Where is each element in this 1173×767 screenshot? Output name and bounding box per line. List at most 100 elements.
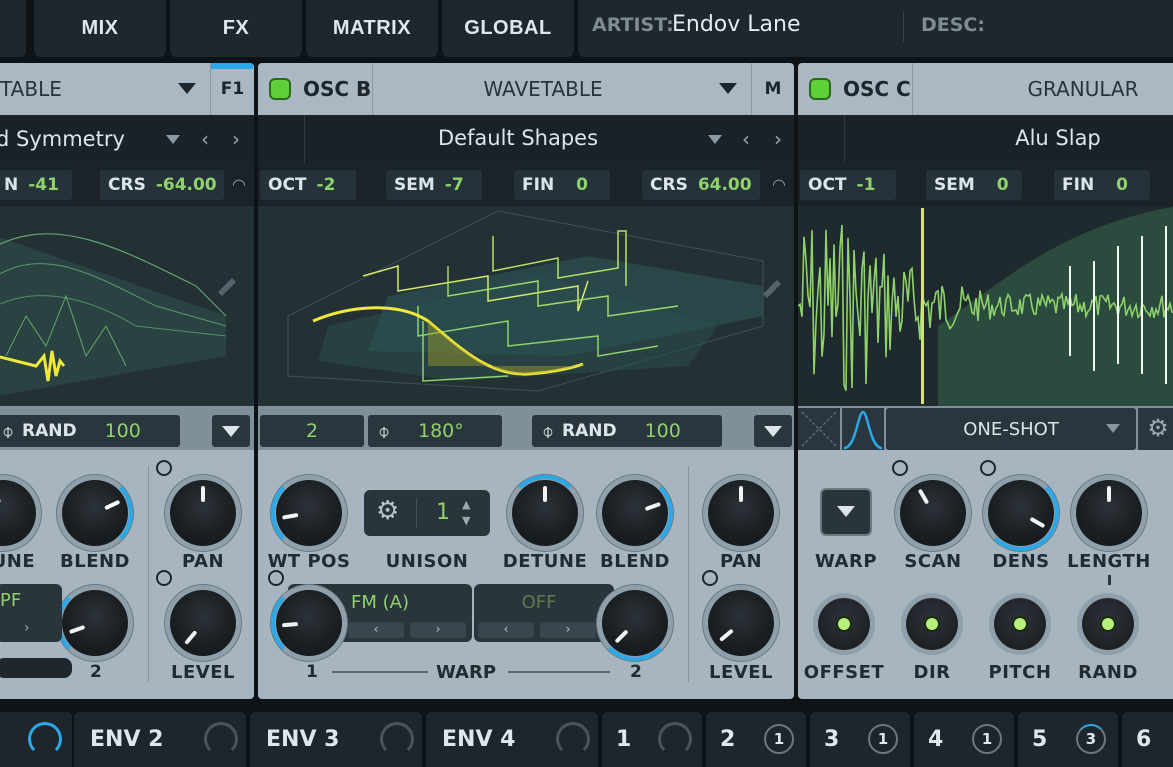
phase-icon: ⌽: [2, 419, 14, 443]
mod-target-icon[interactable]: [892, 460, 908, 476]
artist-value[interactable]: Endov Lane: [672, 12, 801, 37]
reset-icon[interactable]: ◠: [772, 175, 786, 194]
tune-knob[interactable]: [0, 480, 36, 546]
mod-target-icon[interactable]: [980, 460, 996, 476]
warp-amount-knob[interactable]: [57, 585, 128, 661]
tab-env2[interactable]: ENV 2: [74, 712, 246, 767]
tab-lfo5[interactable]: 5 3: [1018, 712, 1118, 767]
osc-b-type[interactable]: WAVETABLE: [448, 77, 638, 101]
mod-target-icon[interactable]: [156, 460, 172, 476]
length-knob[interactable]: [1076, 480, 1142, 546]
unison-stepper[interactable]: ⚙ 1 ▲ ▼: [364, 490, 490, 536]
osc-b-titlebar: OSC B WAVETABLE M: [258, 63, 794, 115]
tab-mix[interactable]: MIX: [34, 0, 166, 57]
osc-b-rand-field[interactable]: ⌽ RAND 100: [532, 415, 722, 447]
osc-b-oct-field[interactable]: OCT -2: [260, 170, 356, 200]
increment-icon[interactable]: ▲: [462, 498, 470, 511]
osc-a-menu-button[interactable]: [212, 415, 250, 447]
dens-knob[interactable]: [983, 475, 1059, 551]
wt-pos-knob[interactable]: [271, 475, 342, 551]
tab-global[interactable]: GLOBAL: [442, 0, 574, 57]
osc-a-fin-field[interactable]: N -41: [0, 170, 72, 200]
detune-knob[interactable]: [507, 475, 583, 546]
tab-env3[interactable]: ENV 3: [250, 712, 422, 767]
edit-pencil-icon[interactable]: [218, 278, 236, 296]
warp-left-label: 1: [306, 662, 318, 682]
chevron-down-icon[interactable]: [178, 83, 196, 94]
osc-b-enable-toggle[interactable]: [271, 80, 289, 98]
envelope-off-icon[interactable]: [798, 408, 840, 450]
tab-lfo6[interactable]: 6: [1122, 712, 1173, 767]
chevron-down-icon[interactable]: [166, 135, 180, 144]
info-divider: [903, 12, 904, 42]
next-preset-icon[interactable]: ›: [774, 127, 782, 151]
chevron-down-icon[interactable]: [719, 83, 737, 94]
osc-b-frame-field[interactable]: 2: [260, 415, 364, 447]
warp-button[interactable]: [822, 490, 870, 534]
osc-c-enable-toggle[interactable]: [811, 80, 829, 98]
osc-a-preset-name[interactable]: d Symmetry: [0, 127, 125, 151]
envelope-bell-icon[interactable]: [842, 408, 884, 450]
prev-warp-icon[interactable]: ‹: [478, 622, 534, 638]
osc-a-rand-field[interactable]: ⌽ RAND 100: [0, 415, 180, 447]
level-knob[interactable]: [170, 590, 236, 656]
dir-knob[interactable]: [906, 598, 958, 650]
mod-target-icon[interactable]: [156, 570, 172, 586]
osc-b-mode-button[interactable]: M: [751, 63, 794, 115]
mod-target-icon[interactable]: [702, 570, 718, 586]
osc-b-crs-field[interactable]: CRS 64.00: [642, 170, 760, 200]
osc-c-preset-name[interactable]: Alu Slap: [958, 126, 1158, 150]
warp-2-knob[interactable]: [597, 590, 673, 661]
tab-fx[interactable]: FX: [170, 0, 302, 57]
blend-knob[interactable]: [62, 475, 133, 551]
osc-b-sem-field[interactable]: SEM -7: [386, 170, 482, 200]
next-warp-icon[interactable]: ›: [24, 620, 30, 636]
warp-mode-select[interactable]: PF ›: [0, 584, 62, 642]
osc-c-type[interactable]: GRANULAR: [988, 77, 1173, 101]
tab-env4[interactable]: ENV 4: [426, 712, 598, 767]
filter-route-button[interactable]: F1: [210, 63, 254, 115]
osc-c-oct-field[interactable]: OCT -1: [800, 170, 896, 200]
osc-b-preset-name[interactable]: Default Shapes: [358, 126, 678, 150]
play-mode-select[interactable]: ONE-SHOT: [886, 408, 1136, 450]
warp-slider[interactable]: [0, 658, 72, 678]
prev-preset-icon[interactable]: ‹: [742, 127, 750, 151]
tab-lfo4[interactable]: 4 1: [914, 712, 1014, 767]
next-warp-icon[interactable]: ›: [410, 622, 466, 638]
tab-matrix[interactable]: MATRIX: [306, 0, 438, 57]
prev-preset-icon[interactable]: ‹: [201, 127, 209, 151]
next-warp-icon[interactable]: ›: [540, 622, 596, 638]
offset-knob[interactable]: [818, 598, 870, 650]
pitch-knob[interactable]: [994, 598, 1046, 650]
tab-env1[interactable]: [0, 712, 72, 767]
osc-a-type[interactable]: TABLE: [0, 77, 62, 101]
chevron-down-icon[interactable]: [708, 135, 722, 144]
osc-b-phase-field[interactable]: ⌽ 180°: [368, 415, 502, 447]
osc-b-menu-button[interactable]: [754, 415, 792, 447]
gear-icon[interactable]: ⚙: [1138, 408, 1173, 450]
gear-icon[interactable]: ⚙: [376, 496, 399, 526]
prev-warp-icon[interactable]: ‹: [348, 622, 404, 638]
level-knob[interactable]: [708, 590, 774, 656]
warp-1-knob[interactable]: [271, 585, 342, 661]
warp-2-select[interactable]: OFF ‹ ›: [474, 584, 614, 642]
mod-target-icon[interactable]: [268, 570, 284, 586]
decrement-icon[interactable]: ▼: [462, 514, 470, 527]
blend-knob[interactable]: [602, 475, 673, 551]
scan-knob[interactable]: [900, 480, 966, 546]
edit-pencil-icon[interactable]: [763, 280, 781, 298]
tab-lfo2[interactable]: 2 1: [706, 712, 806, 767]
pan-knob[interactable]: [708, 480, 774, 546]
tab-partial[interactable]: [0, 0, 26, 57]
osc-a-crs-field[interactable]: CRS -64.00: [100, 170, 224, 200]
osc-c-fin-field[interactable]: FIN 0: [1054, 170, 1150, 200]
pan-knob[interactable]: [170, 480, 236, 546]
tab-lfo1[interactable]: 1: [602, 712, 702, 767]
osc-b-fin-field[interactable]: FIN 0: [514, 170, 610, 200]
env-activity-icon: [28, 722, 62, 756]
reset-icon[interactable]: ◠: [232, 175, 246, 194]
tab-lfo3[interactable]: 3 1: [810, 712, 910, 767]
next-preset-icon[interactable]: ›: [232, 127, 240, 151]
osc-c-sem-field[interactable]: SEM 0: [926, 170, 1022, 200]
rand-knob[interactable]: [1082, 598, 1134, 650]
